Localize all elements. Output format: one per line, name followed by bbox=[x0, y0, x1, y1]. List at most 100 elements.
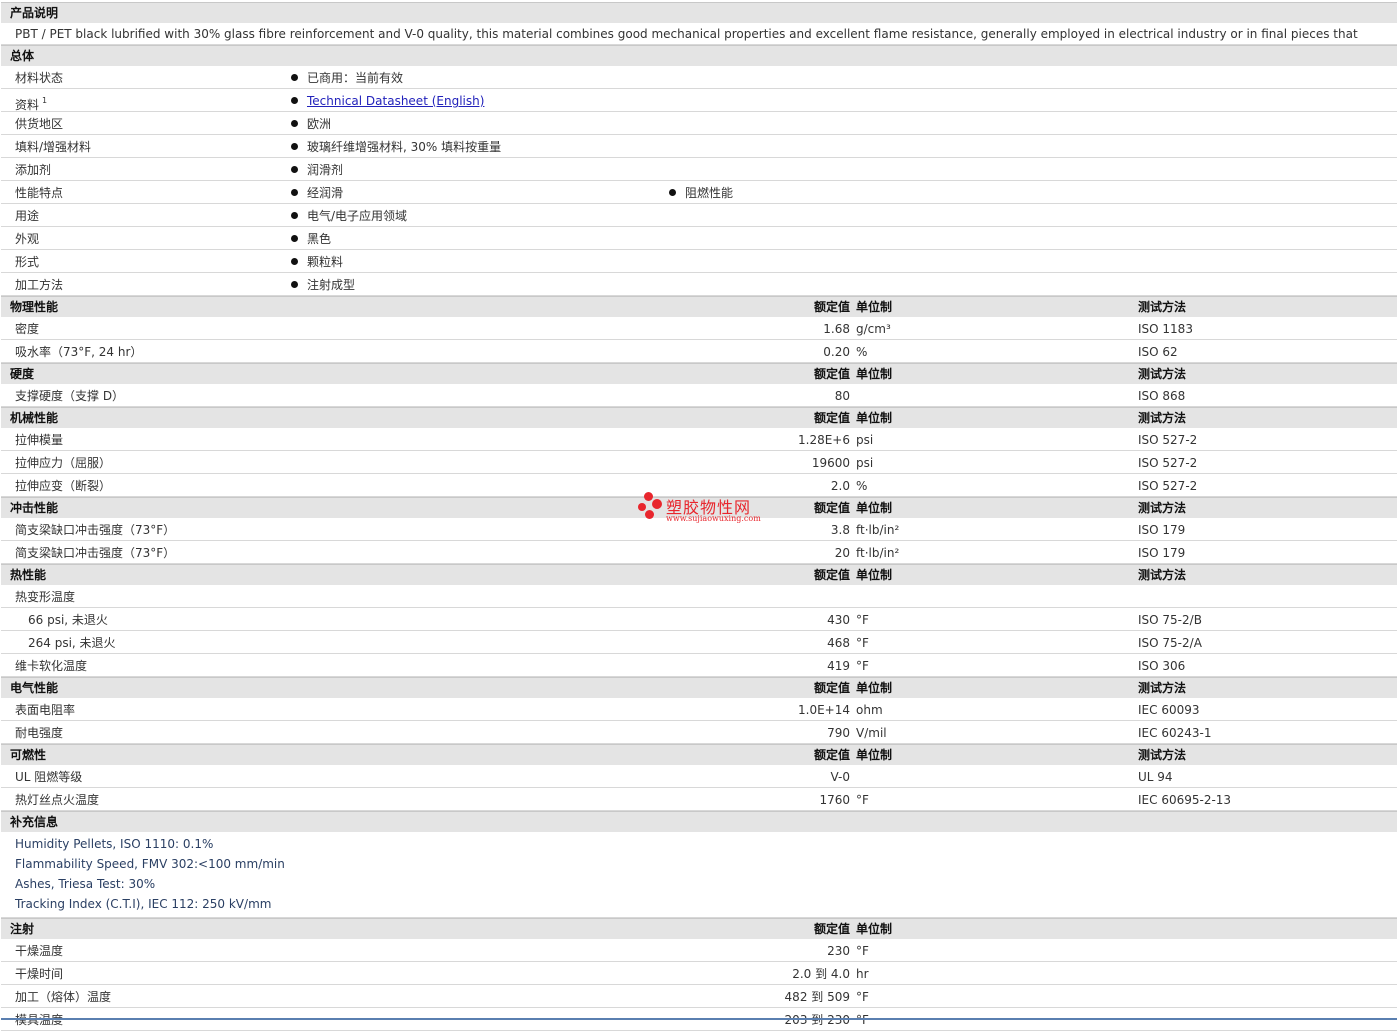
table-row: 干燥时间 2.0 到 4.0 hr bbox=[1, 962, 1397, 985]
table-row: UL 阻燃等级 V-0 UL 94 bbox=[1, 765, 1397, 788]
rated-value: 790 bbox=[827, 726, 850, 740]
column-header-rated: 额定值 bbox=[813, 411, 850, 425]
section-header-description: 产品说明 bbox=[1, 2, 1397, 23]
table-row: 干燥温度 230 °F bbox=[1, 939, 1397, 962]
property-label: 填料/增强材料 bbox=[15, 140, 92, 154]
column-header-test: 测试方法 bbox=[1138, 681, 1187, 695]
property-label: 支撑硬度（支撑 D） bbox=[15, 389, 125, 403]
bullet-icon bbox=[291, 281, 298, 288]
column-header-test: 测试方法 bbox=[1138, 367, 1187, 381]
bullet-icon bbox=[669, 189, 676, 196]
property-label: 耐电强度 bbox=[15, 726, 64, 740]
section-title: 产品说明 bbox=[10, 6, 59, 20]
unit-value: % bbox=[856, 479, 868, 493]
table-row: 维卡软化温度 419 °F ISO 306 bbox=[1, 654, 1397, 677]
test-method: ISO 527-2 bbox=[1138, 433, 1198, 447]
rated-value: 482 到 509 bbox=[784, 990, 850, 1004]
section-title: 可燃性 bbox=[10, 748, 47, 762]
supplementary-line: Ashes, Triesa Test: 30% bbox=[15, 877, 156, 891]
table-row: 66 psi, 未退火 430 °F ISO 75-2/B bbox=[1, 608, 1397, 631]
bullet-icon bbox=[291, 97, 298, 104]
table-row: 密度 1.68 g/cm³ ISO 1183 bbox=[1, 317, 1397, 340]
bullet-value: 经润滑 bbox=[291, 181, 343, 205]
property-label: 拉伸模量 bbox=[15, 433, 64, 447]
column-header-unit: 单位制 bbox=[856, 922, 893, 936]
table-row: 填料/增强材料 玻璃纤维增强材料, 30% 填料按重量 bbox=[1, 135, 1397, 158]
table-row: 形式 颗粒料 bbox=[1, 250, 1397, 273]
section-title: 补充信息 bbox=[10, 815, 59, 829]
table-row: 表面电阻率 1.0E+14 ohm IEC 60093 bbox=[1, 698, 1397, 721]
property-label: 加工（熔体）温度 bbox=[15, 990, 112, 1004]
column-header-rated: 额定值 bbox=[813, 681, 850, 695]
property-label: 性能特点 bbox=[15, 186, 64, 200]
unit-value: ft·lb/in² bbox=[856, 523, 900, 537]
test-method: ISO 75-2/A bbox=[1138, 636, 1202, 650]
column-header-unit: 单位制 bbox=[856, 748, 893, 762]
bullet-icon bbox=[291, 74, 298, 81]
mechanical-rows: 拉伸模量 1.28E+6 psi ISO 527-2 拉伸应力（屈服） 19600 psi I… bbox=[1, 428, 1397, 497]
rated-value: 230 bbox=[827, 944, 850, 958]
thermal-rows: 热变形温度 66 psi, 未退火 430 °F ISO 75-2/B 264 psi, … bbox=[1, 585, 1397, 677]
property-label: 简支梁缺口冲击强度（73°F） bbox=[15, 546, 176, 560]
column-header-test: 测试方法 bbox=[1138, 300, 1187, 314]
bullet-value: 润滑剂 bbox=[291, 158, 343, 182]
bullet-value: 已商用：当前有效 bbox=[291, 66, 403, 90]
column-header-rated: 额定值 bbox=[813, 748, 850, 762]
property-label: 形式 bbox=[15, 255, 40, 269]
property-label: 加工方法 bbox=[15, 278, 64, 292]
section-header-hardness: 硬度 额定值 单位制 测试方法 bbox=[1, 363, 1397, 384]
rated-value: 19600 bbox=[811, 456, 850, 470]
property-label: 供货地区 bbox=[15, 117, 64, 131]
property-label: 外观 bbox=[15, 232, 40, 246]
property-label: 拉伸应变（断裂） bbox=[15, 479, 112, 493]
test-method: IEC 60093 bbox=[1138, 703, 1200, 717]
section-header-injection: 注射 额定值 单位制 bbox=[1, 918, 1397, 939]
unit-value: °F bbox=[856, 613, 869, 627]
property-label: 热灯丝点火温度 bbox=[15, 793, 100, 807]
rated-value: 468 bbox=[827, 636, 850, 650]
bullet-value: 黑色 bbox=[291, 227, 331, 251]
supplementary-line: Tracking Index (C.T.I), IEC 112: 250 kV/… bbox=[15, 897, 272, 911]
table-row: 添加剂 润滑剂 bbox=[1, 158, 1397, 181]
general-rows: 材料状态 已商用：当前有效 资料 1 Technical Datasheet (E… bbox=[1, 66, 1397, 296]
unit-value: °F bbox=[856, 659, 869, 673]
supplementary-line: Humidity Pellets, ISO 1110: 0.1% bbox=[15, 837, 214, 851]
section-title: 总体 bbox=[10, 49, 35, 63]
unit-value: °F bbox=[856, 944, 869, 958]
property-label: 添加剂 bbox=[15, 163, 52, 177]
test-method: ISO 868 bbox=[1138, 389, 1186, 403]
table-row: 外观 黑色 bbox=[1, 227, 1397, 250]
watermark-url: www.sujiaowuxing.com bbox=[666, 514, 761, 523]
unit-value: hr bbox=[856, 967, 869, 981]
property-label: 264 psi, 未退火 bbox=[28, 636, 116, 650]
unit-value: g/cm³ bbox=[856, 322, 891, 336]
bullet-icon bbox=[291, 258, 298, 265]
rated-value: 419 bbox=[827, 659, 850, 673]
electrical-rows: 表面电阻率 1.0E+14 ohm IEC 60093 耐电强度 790 V/mil IEC … bbox=[1, 698, 1397, 744]
table-row: 热灯丝点火温度 1760 °F IEC 60695-2-13 bbox=[1, 788, 1397, 811]
bullet-icon bbox=[291, 189, 298, 196]
property-label: 模具温度 bbox=[15, 1013, 64, 1027]
unit-value: V/mil bbox=[856, 726, 887, 740]
section-title: 冲击性能 bbox=[10, 501, 59, 515]
bullet-icon bbox=[291, 235, 298, 242]
table-row: 热变形温度 bbox=[1, 585, 1397, 608]
rated-value: 3.8 bbox=[830, 523, 850, 537]
section-title: 热性能 bbox=[10, 568, 47, 582]
rated-value: 80 bbox=[834, 389, 850, 403]
property-label: UL 阻燃等级 bbox=[15, 770, 83, 784]
flammability-rows: UL 阻燃等级 V-0 UL 94 热灯丝点火温度 1760 °F IEC 60695-2-… bbox=[1, 765, 1397, 811]
technical-datasheet-link[interactable]: Technical Datasheet (English) bbox=[307, 94, 484, 108]
section-header-flammability: 可燃性 额定值 单位制 测试方法 bbox=[1, 744, 1397, 765]
column-header-unit: 单位制 bbox=[856, 411, 893, 425]
column-header-unit: 单位制 bbox=[856, 367, 893, 381]
product-description: PBT / PET black lubrified with 30% glass… bbox=[1, 23, 1397, 63]
property-label: 66 psi, 未退火 bbox=[28, 613, 108, 627]
section-title: 物理性能 bbox=[10, 300, 59, 314]
section-header-electrical: 电气性能 额定值 单位制 测试方法 bbox=[1, 677, 1397, 698]
section-header-supplementary: 补充信息 bbox=[1, 811, 1397, 832]
section-title: 注射 bbox=[10, 922, 35, 936]
bullet-icon bbox=[291, 120, 298, 127]
section-title: 电气性能 bbox=[10, 681, 59, 695]
column-header-rated: 额定值 bbox=[813, 367, 850, 381]
